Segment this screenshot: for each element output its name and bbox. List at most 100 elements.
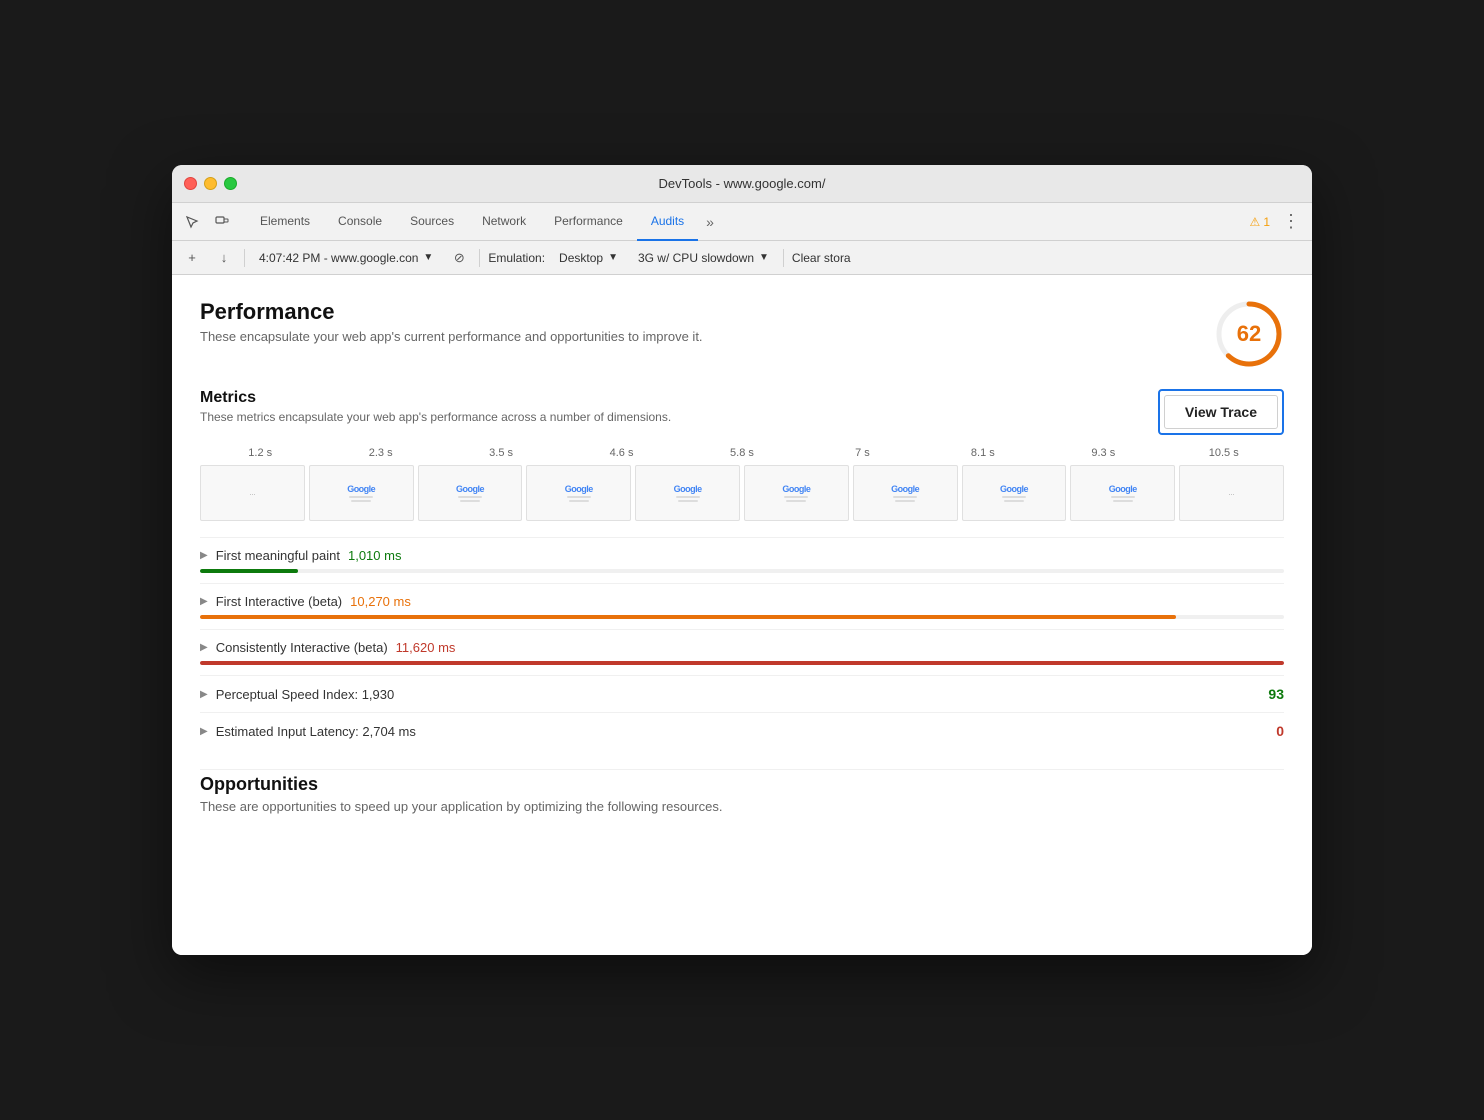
thumb-7: Google [962, 465, 1067, 521]
tab-toolbar-icons [180, 210, 234, 234]
toolbar-divider-1 [244, 249, 245, 267]
tab-performance[interactable]: Performance [540, 203, 637, 241]
toolbar-divider-2 [479, 249, 480, 267]
view-trace-button[interactable]: View Trace [1164, 395, 1278, 429]
timeline-label-5: 7 s [802, 447, 922, 459]
cursor-icon[interactable] [180, 210, 204, 234]
timeline: 1.2 s 2.3 s 3.5 s 4.6 s 5.8 s 7 s 8.1 s … [200, 447, 1284, 521]
performance-title: Performance [200, 299, 703, 325]
opportunities-title: Opportunities [200, 774, 1284, 795]
emulation-dropdown[interactable]: Desktop ▼ [553, 249, 624, 267]
metric-score-4: 0 [1276, 723, 1284, 739]
tab-right-controls: ⚠ 1 ⋮ [1250, 211, 1304, 232]
progress-container-0 [200, 569, 1284, 573]
main-tabs: Elements Console Sources Network Perform… [246, 203, 1250, 241]
window-title: DevTools - www.google.com/ [659, 176, 826, 191]
metric-value-2: 11,620 ms [396, 640, 456, 655]
toolbar: + ↓ 4:07:42 PM - www.google.con ▼ ⊘ Emul… [172, 241, 1312, 275]
metric-arrow-4[interactable]: ▶ [200, 726, 208, 737]
metric-arrow-0[interactable]: ▶ [200, 550, 208, 561]
emulation-chevron-icon: ▼ [608, 252, 618, 263]
timeline-label-3: 4.6 s [561, 447, 681, 459]
thumb-6: Google [853, 465, 958, 521]
opportunities-description: These are opportunities to speed up your… [200, 799, 1284, 814]
tab-elements[interactable]: Elements [246, 203, 324, 241]
performance-score-circle: 62 [1214, 299, 1284, 369]
metric-name-4: Estimated Input Latency: 2,704 ms [216, 724, 416, 739]
metric-left-2: ▶ Consistently Interactive (beta) 11,620… [200, 640, 455, 655]
progress-bar-0 [200, 569, 298, 573]
minimize-button[interactable] [204, 177, 217, 190]
timeline-label-1: 2.3 s [320, 447, 440, 459]
devtools-window: DevTools - www.google.com/ Elements Cons… [172, 165, 1312, 955]
metric-left-3: ▶ Perceptual Speed Index: 1,930 [200, 687, 394, 702]
tab-bar: Elements Console Sources Network Perform… [172, 203, 1312, 241]
title-bar: DevTools - www.google.com/ [172, 165, 1312, 203]
section-divider [200, 769, 1284, 770]
thumb-4: Google [635, 465, 740, 521]
warning-count: 1 [1263, 215, 1270, 229]
throttle-chevron-icon: ▼ [759, 252, 769, 263]
thumb-9: ... [1179, 465, 1284, 521]
metric-row-4: ▶ Estimated Input Latency: 2,704 ms 0 [200, 712, 1284, 749]
performance-header-text: Performance These encapsulate your web a… [200, 299, 703, 344]
metric-value-0: 1,010 ms [348, 548, 401, 563]
metric-arrow-3[interactable]: ▶ [200, 689, 208, 700]
metric-name-2: Consistently Interactive (beta) [216, 640, 388, 655]
metric-left-0: ▶ First meaningful paint 1,010 ms [200, 548, 401, 563]
metric-row-2: ▶ Consistently Interactive (beta) 11,620… [200, 629, 1284, 675]
thumb-8: Google [1070, 465, 1175, 521]
timeline-label-8: 10.5 s [1164, 447, 1284, 459]
thumb-5: Google [744, 465, 849, 521]
close-button[interactable] [184, 177, 197, 190]
download-button[interactable]: ↓ [212, 246, 236, 270]
metric-arrow-1[interactable]: ▶ [200, 596, 208, 607]
maximize-button[interactable] [224, 177, 237, 190]
metric-left-1: ▶ First Interactive (beta) 10,270 ms [200, 594, 411, 609]
metric-row-3: ▶ Perceptual Speed Index: 1,930 93 [200, 675, 1284, 712]
metrics-section: Metrics These metrics encapsulate your w… [200, 389, 1284, 749]
performance-score: 62 [1237, 321, 1261, 347]
block-icon[interactable]: ⊘ [447, 246, 471, 270]
timestamp-dropdown[interactable]: 4:07:42 PM - www.google.con ▼ [253, 249, 439, 267]
performance-section-header: Performance These encapsulate your web a… [200, 299, 1284, 369]
tab-console[interactable]: Console [324, 203, 396, 241]
metrics-header-text: Metrics These metrics encapsulate your w… [200, 389, 671, 424]
metric-top-0: ▶ First meaningful paint 1,010 ms [200, 548, 1284, 563]
performance-description: These encapsulate your web app's current… [200, 329, 703, 344]
tab-audits[interactable]: Audits [637, 203, 698, 241]
metric-left-4: ▶ Estimated Input Latency: 2,704 ms [200, 724, 416, 739]
tab-network[interactable]: Network [468, 203, 540, 241]
more-tabs-button[interactable]: » [698, 203, 722, 241]
timeline-label-7: 9.3 s [1043, 447, 1163, 459]
thumb-0: ... [200, 465, 305, 521]
more-menu-button[interactable]: ⋮ [1278, 211, 1304, 232]
thumb-1: Google [309, 465, 414, 521]
thumb-3: Google [526, 465, 631, 521]
throttle-dropdown[interactable]: 3G w/ CPU slowdown ▼ [632, 249, 775, 267]
opportunities-section: Opportunities These are opportunities to… [200, 769, 1284, 814]
metric-row-0: ▶ First meaningful paint 1,010 ms [200, 537, 1284, 583]
metric-top-1: ▶ First Interactive (beta) 10,270 ms [200, 594, 1284, 609]
add-button[interactable]: + [180, 246, 204, 270]
metric-name-0: First meaningful paint [216, 548, 340, 563]
metric-score-3: 93 [1268, 686, 1284, 702]
progress-container-1 [200, 615, 1284, 619]
progress-container-2 [200, 661, 1284, 665]
clear-storage-label: Clear stora [792, 251, 851, 265]
timeline-thumbnails: ... Google Google [200, 465, 1284, 521]
metric-top-3: ▶ Perceptual Speed Index: 1,930 93 [200, 686, 1284, 702]
timeline-label-6: 8.1 s [923, 447, 1043, 459]
warning-badge[interactable]: ⚠ 1 [1250, 215, 1270, 229]
metric-arrow-2[interactable]: ▶ [200, 642, 208, 653]
timeline-label-0: 1.2 s [200, 447, 320, 459]
tab-sources[interactable]: Sources [396, 203, 468, 241]
metric-top-4: ▶ Estimated Input Latency: 2,704 ms 0 [200, 723, 1284, 739]
metrics-title: Metrics [200, 389, 671, 407]
traffic-lights [184, 177, 237, 190]
content-area: Performance These encapsulate your web a… [172, 275, 1312, 955]
device-icon[interactable] [210, 210, 234, 234]
metric-name-1: First Interactive (beta) [216, 594, 342, 609]
metric-row-1: ▶ First Interactive (beta) 10,270 ms [200, 583, 1284, 629]
warning-icon: ⚠ [1250, 215, 1261, 229]
